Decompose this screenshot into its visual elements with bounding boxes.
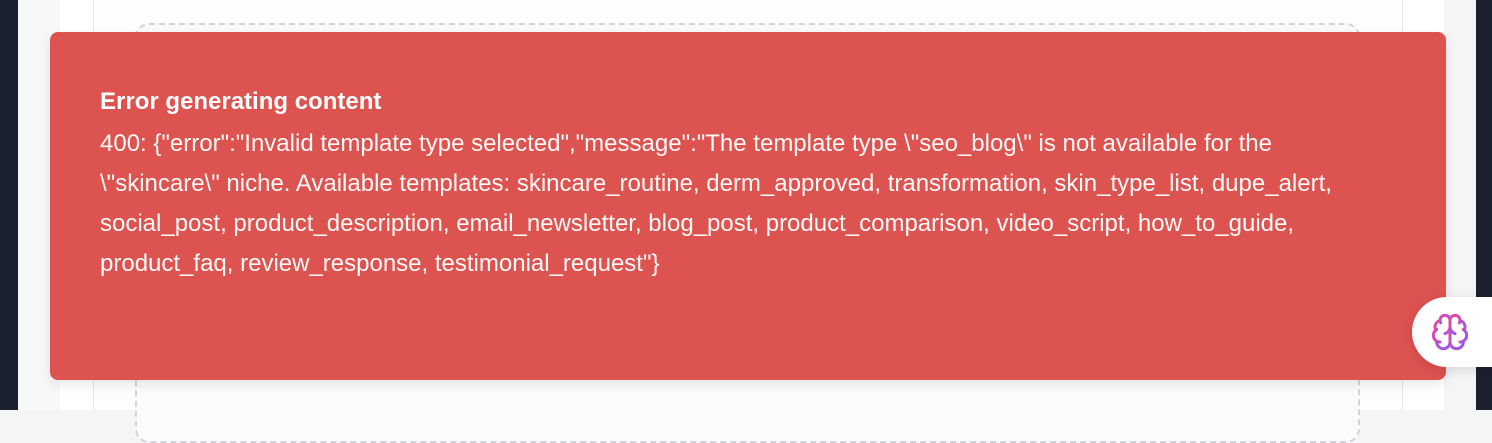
brain-icon	[1431, 313, 1469, 351]
left-app-edge	[0, 0, 18, 410]
error-toast[interactable]: Error generating content 400: {"error":"…	[50, 32, 1446, 380]
toast-title: Error generating content	[100, 88, 382, 115]
ai-assistant-button[interactable]	[1412, 297, 1492, 367]
toast-message: 400: {"error":"Invalid template type sel…	[100, 130, 1332, 277]
